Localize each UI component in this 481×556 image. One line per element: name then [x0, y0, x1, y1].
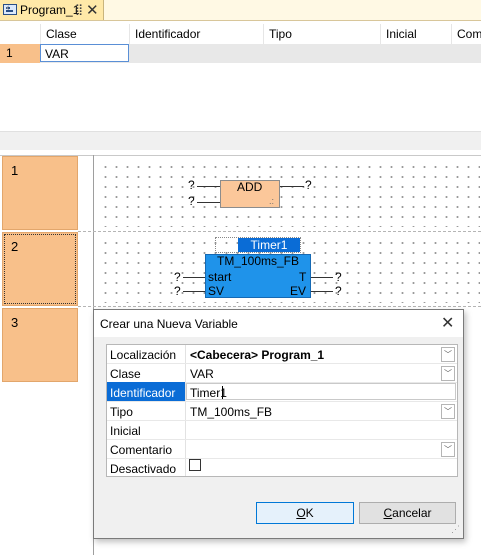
- block-resize-grip: .:: [269, 196, 275, 206]
- scroll-left-icon[interactable]: ‹: [6, 2, 10, 14]
- wire: [183, 291, 205, 292]
- rung-grid: [100, 162, 480, 227]
- column-header-clase[interactable]: Clase: [46, 27, 77, 41]
- wire: [280, 186, 304, 187]
- row-clase[interactable]: [107, 364, 457, 383]
- identificador-label: Identificador: [110, 386, 176, 400]
- desactivado-checkbox[interactable]: [189, 459, 201, 471]
- close-tab-icon[interactable]: ✕: [86, 1, 99, 19]
- clase-cell[interactable]: VAR: [40, 44, 129, 62]
- clase-label: Clase: [110, 367, 141, 381]
- tipo-value[interactable]: TM_100ms_FB: [190, 405, 272, 419]
- ev-output[interactable]: ?: [335, 284, 342, 298]
- wire: [197, 186, 220, 187]
- desactivado-label: Desactivado: [110, 462, 177, 476]
- t-output[interactable]: ?: [335, 270, 342, 284]
- resize-grip-icon[interactable]: ⋰: [451, 524, 460, 535]
- rung-divider: [78, 306, 481, 307]
- add-input-2[interactable]: ?: [188, 194, 195, 208]
- comentario-dropdown-icon[interactable]: ﹀: [441, 442, 455, 457]
- clase-dropdown-icon[interactable]: ﹀: [441, 366, 455, 381]
- instance-name[interactable]: Timer1: [238, 238, 300, 252]
- column-header-inicial[interactable]: Inicial: [386, 27, 417, 41]
- pin-start: start: [208, 270, 232, 284]
- wire: [197, 202, 220, 203]
- rung-number-2[interactable]: 2: [2, 232, 78, 306]
- pin-t: T: [299, 270, 307, 284]
- cancel-button[interactable]: Cancelar: [359, 502, 456, 524]
- row-tipo[interactable]: [107, 402, 457, 421]
- column-header-identificador[interactable]: Identificador: [135, 27, 200, 41]
- wire: [183, 277, 205, 278]
- localizacion-label: Localización: [110, 348, 177, 362]
- inicial-label: Inicial: [110, 424, 141, 438]
- timer-block-type: TM_100ms_FB: [216, 254, 300, 268]
- ok-button[interactable]: OK: [256, 502, 354, 524]
- start-input[interactable]: ?: [174, 270, 181, 284]
- tab-title: Program_1: [20, 3, 80, 17]
- row-number[interactable]: 1: [0, 44, 40, 63]
- pin-icon[interactable]: ⣿: [75, 3, 83, 16]
- horizontal-scrollbar[interactable]: [0, 131, 481, 150]
- localizacion-dropdown-icon[interactable]: ﹀: [441, 347, 455, 362]
- sv-input[interactable]: ?: [174, 284, 181, 298]
- row-inicial[interactable]: [107, 421, 457, 440]
- clase-value[interactable]: VAR: [190, 367, 214, 381]
- dialog-title: Crear una Nueva Variable: [100, 317, 238, 331]
- column-header-tipo[interactable]: Tipo: [269, 27, 292, 41]
- wire: [311, 277, 333, 278]
- add-output[interactable]: ?: [305, 178, 312, 192]
- comentario-label: Comentario: [110, 443, 173, 457]
- text-caret: [222, 386, 223, 399]
- localizacion-value[interactable]: <Cabecera> Program_1: [190, 348, 324, 362]
- wire: [311, 291, 333, 292]
- cancel-mnemonic: C: [383, 506, 393, 520]
- add-input-1[interactable]: ?: [188, 178, 195, 192]
- pin-sv: SV: [208, 284, 225, 298]
- rung-number-1[interactable]: 1: [2, 156, 78, 230]
- rung-number-3[interactable]: 3: [2, 308, 78, 382]
- column-header-comentario[interactable]: Come: [457, 27, 481, 41]
- add-block-label: ADD: [237, 180, 263, 194]
- pin-ev: EV: [290, 284, 307, 298]
- ok-mnemonic: O: [296, 506, 306, 520]
- rung-divider: [78, 231, 481, 232]
- tipo-dropdown-icon[interactable]: ﹀: [441, 404, 455, 419]
- tipo-label: Tipo: [110, 405, 133, 419]
- close-icon[interactable]: ✕: [441, 313, 454, 333]
